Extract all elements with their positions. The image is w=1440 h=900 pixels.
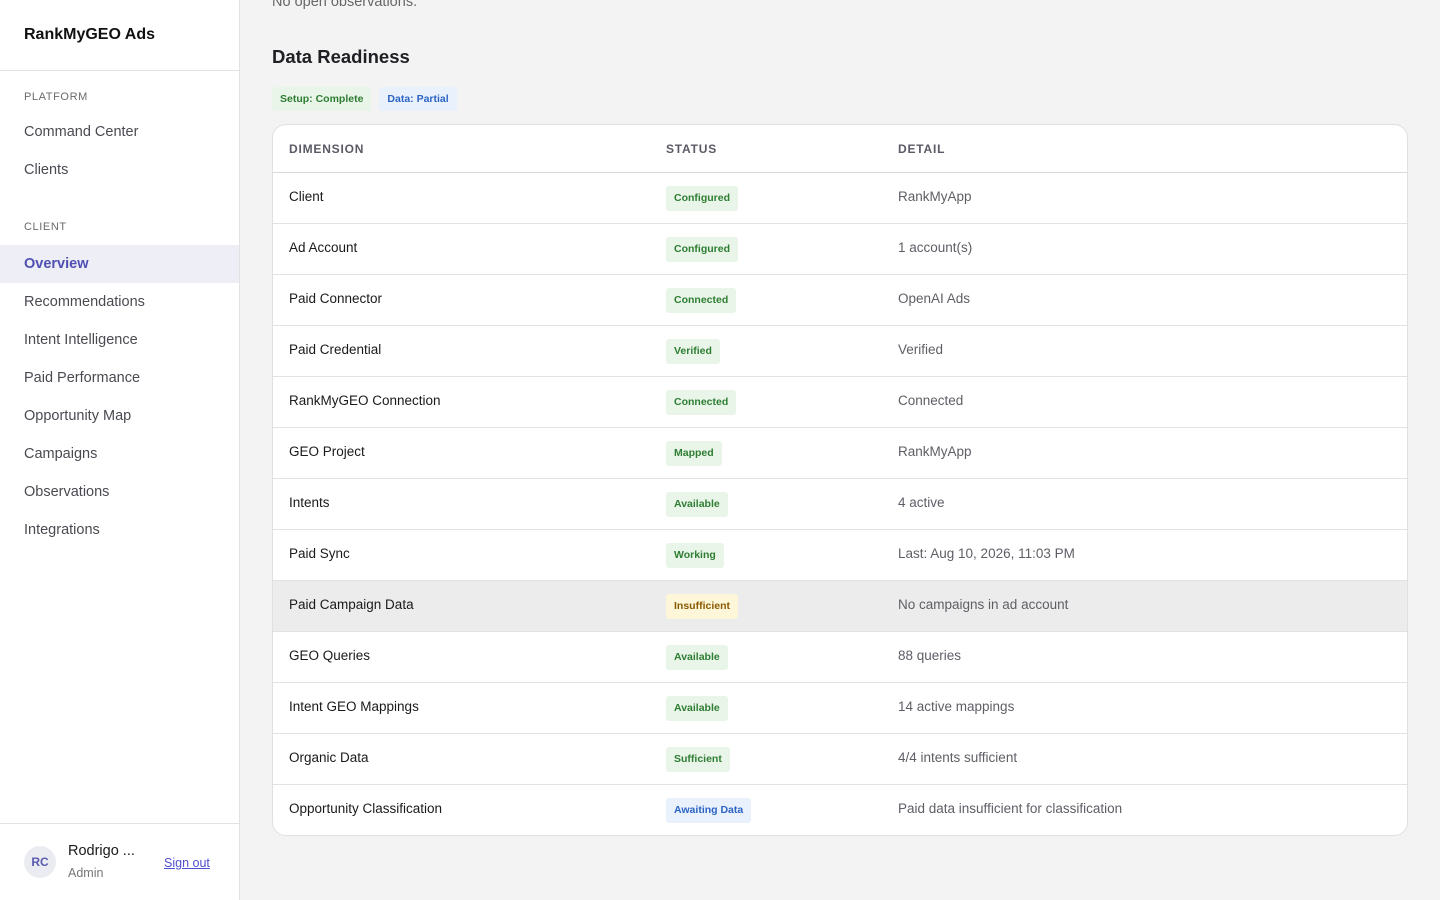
dimension-cell: GEO Project: [289, 444, 365, 459]
dimension-cell: Paid Credential: [289, 342, 382, 357]
dimension-cell: Paid Connector: [289, 291, 383, 306]
setup-status-badge: Setup: Complete: [272, 87, 372, 111]
brand-title: RankMyGEO Ads: [0, 0, 239, 71]
platform-section-label: PLATFORM: [24, 91, 88, 103]
user-role: Admin: [68, 866, 104, 880]
avatar: RC: [24, 846, 56, 878]
detail-cell: Last: Aug 10, 2026, 11:03 PM: [898, 546, 1075, 561]
dimension-cell: Ad Account: [289, 240, 358, 255]
readiness-table: DIMENSION STATUS DETAIL Client Configured…: [272, 124, 1408, 836]
detail-cell: 14 active mappings: [898, 699, 1015, 714]
table-row[interactable]: Organic Data Sufficient 4/4 intents suffic…: [273, 734, 1407, 785]
detail-cell: OpenAI Ads: [898, 291, 971, 306]
detail-cell: RankMyApp: [898, 444, 972, 459]
status-badge: Awaiting Data: [666, 798, 752, 823]
status-badge: Verified: [666, 339, 720, 364]
table-row[interactable]: Intents Available 4 active: [273, 479, 1407, 530]
client-section-label: CLIENT: [24, 221, 67, 233]
status-badge: Sufficient: [666, 747, 730, 772]
sidebar-item-integrations[interactable]: Integrations: [0, 511, 239, 549]
observations-empty-text: No open observations.: [272, 0, 418, 10]
table-row[interactable]: Paid Connector Connected OpenAI Ads: [273, 275, 1407, 326]
dimension-cell: RankMyGEO Connection: [289, 393, 441, 408]
detail-cell: Verified: [898, 342, 944, 357]
status-badge: Connected: [666, 390, 737, 415]
status-badge: Working: [666, 543, 724, 568]
dimension-cell: Intent GEO Mappings: [289, 699, 419, 714]
sidebar-item-opportunity-map[interactable]: Opportunity Map: [0, 397, 239, 435]
client-section: CLIENT Overview Recommendations Intent I…: [0, 221, 239, 549]
detail-cell: 1 account(s): [898, 240, 973, 255]
sidebar-item-observations[interactable]: Observations: [0, 473, 239, 511]
status-badge: Configured: [666, 186, 738, 211]
table-row[interactable]: Ad Account Configured 1 account(s): [273, 224, 1407, 275]
platform-section: PLATFORM Command Center Clients: [0, 91, 239, 189]
user-footer: RC Rodrigo ... Admin Sign out: [0, 823, 239, 900]
detail-cell: Connected: [898, 393, 964, 408]
main-content: No open observations. Data Readiness Set…: [240, 0, 1440, 900]
sidebar-item-command-center[interactable]: Command Center: [0, 113, 239, 151]
sidebar-item-campaigns[interactable]: Campaigns: [0, 435, 239, 473]
table-header: DIMENSION STATUS DETAIL: [273, 125, 1407, 173]
status-badge: Insufficient: [666, 594, 739, 619]
table-row[interactable]: RankMyGEO Connection Connected Connected: [273, 377, 1407, 428]
table-row[interactable]: Opportunity Classification Awaiting Data P…: [273, 785, 1407, 835]
table-row[interactable]: Intent GEO Mappings Available 14 active ma…: [273, 683, 1407, 734]
status-badge: Mapped: [666, 441, 722, 466]
table-row[interactable]: Client Configured RankMyApp: [273, 173, 1407, 224]
detail-cell: 88 queries: [898, 648, 962, 663]
table-row[interactable]: GEO Queries Available 88 queries: [273, 632, 1407, 683]
readiness-pills: Setup: Complete Data: Partial: [272, 87, 457, 111]
dimension-cell: Opportunity Classification: [289, 801, 443, 816]
table-row[interactable]: Paid Credential Verified Verified: [273, 326, 1407, 377]
column-header-status: STATUS: [666, 142, 718, 156]
table-row[interactable]: Paid Campaign Data Insufficient No campaig…: [273, 581, 1407, 632]
dimension-cell: Paid Sync: [289, 546, 350, 561]
dimension-cell: Paid Campaign Data: [289, 597, 414, 612]
detail-cell: 4/4 intents sufficient: [898, 750, 1018, 765]
status-badge: Available: [666, 492, 728, 517]
sidebar-item-paid-performance[interactable]: Paid Performance: [0, 359, 239, 397]
status-badge: Available: [666, 696, 728, 721]
table-body: Client Configured RankMyApp Ad Account Confi…: [273, 173, 1407, 835]
status-badge: Connected: [666, 288, 737, 313]
dimension-cell: Intents: [289, 495, 330, 510]
sidebar: RankMyGEO Ads PLATFORM Command Center Cl…: [0, 0, 240, 900]
status-badge: Configured: [666, 237, 738, 262]
dimension-cell: GEO Queries: [289, 648, 371, 663]
column-header-detail: DETAIL: [898, 142, 946, 156]
dimension-cell: Organic Data: [289, 750, 369, 765]
sidebar-item-clients[interactable]: Clients: [0, 151, 239, 189]
user-name: Rodrigo ...: [68, 843, 135, 859]
table-row[interactable]: GEO Project Mapped RankMyApp: [273, 428, 1407, 479]
sidebar-item-recommendations[interactable]: Recommendations: [0, 283, 239, 321]
data-status-badge: Data: Partial: [379, 87, 457, 111]
dimension-cell: Client: [289, 189, 324, 204]
detail-cell: Paid data insufficient for classificatio…: [898, 801, 1123, 816]
sign-out-link[interactable]: Sign out: [164, 856, 210, 870]
status-badge: Available: [666, 645, 728, 670]
detail-cell: No campaigns in ad account: [898, 597, 1069, 612]
sidebar-item-overview[interactable]: Overview: [0, 245, 239, 283]
table-row[interactable]: Paid Sync Working Last: Aug 10, 2026, 11:0…: [273, 530, 1407, 581]
section-title: Data Readiness: [272, 46, 410, 67]
detail-cell: 4 active: [898, 495, 945, 510]
column-header-dimension: DIMENSION: [289, 142, 365, 156]
sidebar-item-intent-intelligence[interactable]: Intent Intelligence: [0, 321, 239, 359]
detail-cell: RankMyApp: [898, 189, 972, 204]
